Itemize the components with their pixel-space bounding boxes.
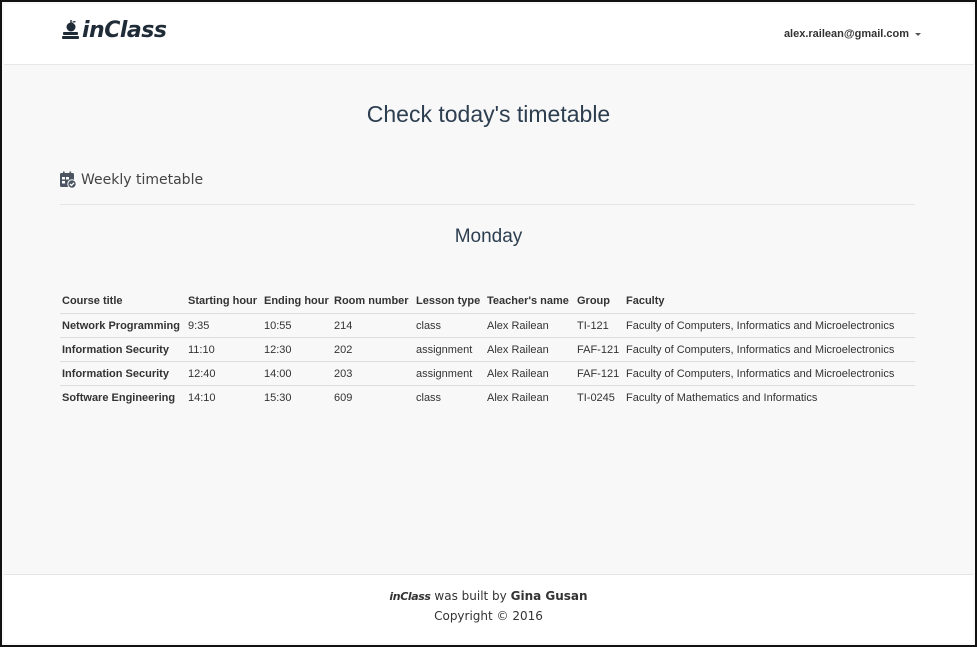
header-ending-hour: Ending hour	[262, 293, 332, 314]
table-row: Network Programming 9:35 10:55 214 class…	[60, 313, 915, 338]
table-row: Information Security 11:10 12:30 202 ass…	[60, 337, 915, 362]
cell-teacher-name: Alex Railean	[485, 361, 575, 386]
cell-course-title: Information Security	[60, 337, 186, 362]
cell-group: FAF-121	[575, 337, 624, 362]
cell-faculty: Faculty of Computers, Informatics and Mi…	[624, 361, 915, 386]
cell-lesson-type: class	[416, 392, 442, 404]
cell-teacher-name: Alex Railean	[485, 313, 575, 338]
user-menu-dropdown[interactable]: alex.railean@gmail.com	[784, 28, 921, 40]
cell-room-number: 214	[332, 313, 414, 338]
brand-logo[interactable]: inClass	[61, 18, 167, 43]
app-window: inClass alex.railean@gmail.com Check tod…	[0, 0, 977, 647]
calendar-check-icon	[60, 171, 77, 189]
section-divider	[60, 204, 915, 205]
cell-course-title: Software Engineering	[62, 392, 176, 404]
cell-room-number: 202	[332, 337, 414, 362]
header-group: Group	[575, 293, 624, 314]
cell-ending-hour: 10:55	[262, 313, 332, 338]
cell-group: FAF-121	[575, 361, 624, 386]
weekly-timetable-link[interactable]: Weekly timetable	[59, 171, 203, 189]
cell-lesson-type: assignment	[414, 361, 485, 386]
cell-lesson-type: class	[414, 313, 485, 338]
cell-teacher-name: Alex Railean	[485, 337, 575, 362]
cell-starting-hour: 12:40	[186, 361, 262, 386]
cell-teacher-name: Alex Railean	[487, 392, 549, 404]
table-header-row: Course title Starting hour Ending hour R…	[60, 293, 915, 314]
apple-on-books-icon	[62, 19, 79, 39]
cell-room-number: 609	[334, 392, 353, 404]
navbar: inClass alex.railean@gmail.com	[4, 4, 973, 65]
cell-course-title: Network Programming	[60, 313, 186, 338]
timetable-table: Course title Starting hour Ending hour R…	[60, 293, 915, 409]
cell-starting-hour: 9:35	[186, 313, 262, 338]
brand-name: inClass	[82, 18, 167, 43]
caret-down-icon	[915, 32, 921, 36]
cell-lesson-type: assignment	[414, 337, 485, 362]
cell-group: TI-0245	[577, 392, 615, 404]
page-title: Check today's timetable	[366, 101, 611, 127]
footer-built-by: was built by	[434, 589, 507, 603]
header-teacher-name: Teacher's name	[485, 293, 575, 314]
cell-faculty: Faculty of Mathematics and Informatics	[626, 392, 818, 404]
cell-course-title: Information Security	[60, 361, 186, 386]
cell-room-number: 203	[332, 361, 414, 386]
header-lesson-type: Lesson type	[414, 293, 485, 314]
cell-starting-hour: 14:10	[188, 392, 216, 404]
footer-copyright: Copyright © 2016	[434, 609, 543, 623]
cell-faculty: Faculty of Computers, Informatics and Mi…	[624, 337, 915, 362]
day-title: Monday	[454, 226, 523, 247]
header-faculty: Faculty	[624, 293, 915, 314]
header-starting-hour: Starting hour	[186, 293, 262, 314]
footer-credit: inClass was built by Gina Gusan	[4, 589, 973, 603]
footer-brand: inClass	[389, 590, 431, 603]
footer-author: Gina Gusan	[510, 589, 588, 603]
cell-ending-hour: 15:30	[264, 392, 292, 404]
cell-faculty: Faculty of Computers, Informatics and Mi…	[624, 313, 915, 338]
cell-ending-hour: 14:00	[262, 361, 332, 386]
header-course-title: Course title	[60, 293, 186, 314]
cell-ending-hour: 12:30	[262, 337, 332, 362]
cell-group: TI-121	[575, 313, 624, 338]
table-row: Software Engineering 14:10 15:30 609 cla…	[60, 386, 915, 410]
weekly-timetable-label: Weekly timetable	[81, 172, 204, 188]
table-row: Information Security 12:40 14:00 203 ass…	[60, 361, 915, 386]
header-room-number: Room number	[332, 293, 414, 314]
cell-starting-hour: 11:10	[186, 337, 262, 362]
footer: inClass was built by Gina Gusan Copyrigh…	[4, 574, 973, 643]
user-email: alex.railean@gmail.com	[783, 28, 909, 40]
